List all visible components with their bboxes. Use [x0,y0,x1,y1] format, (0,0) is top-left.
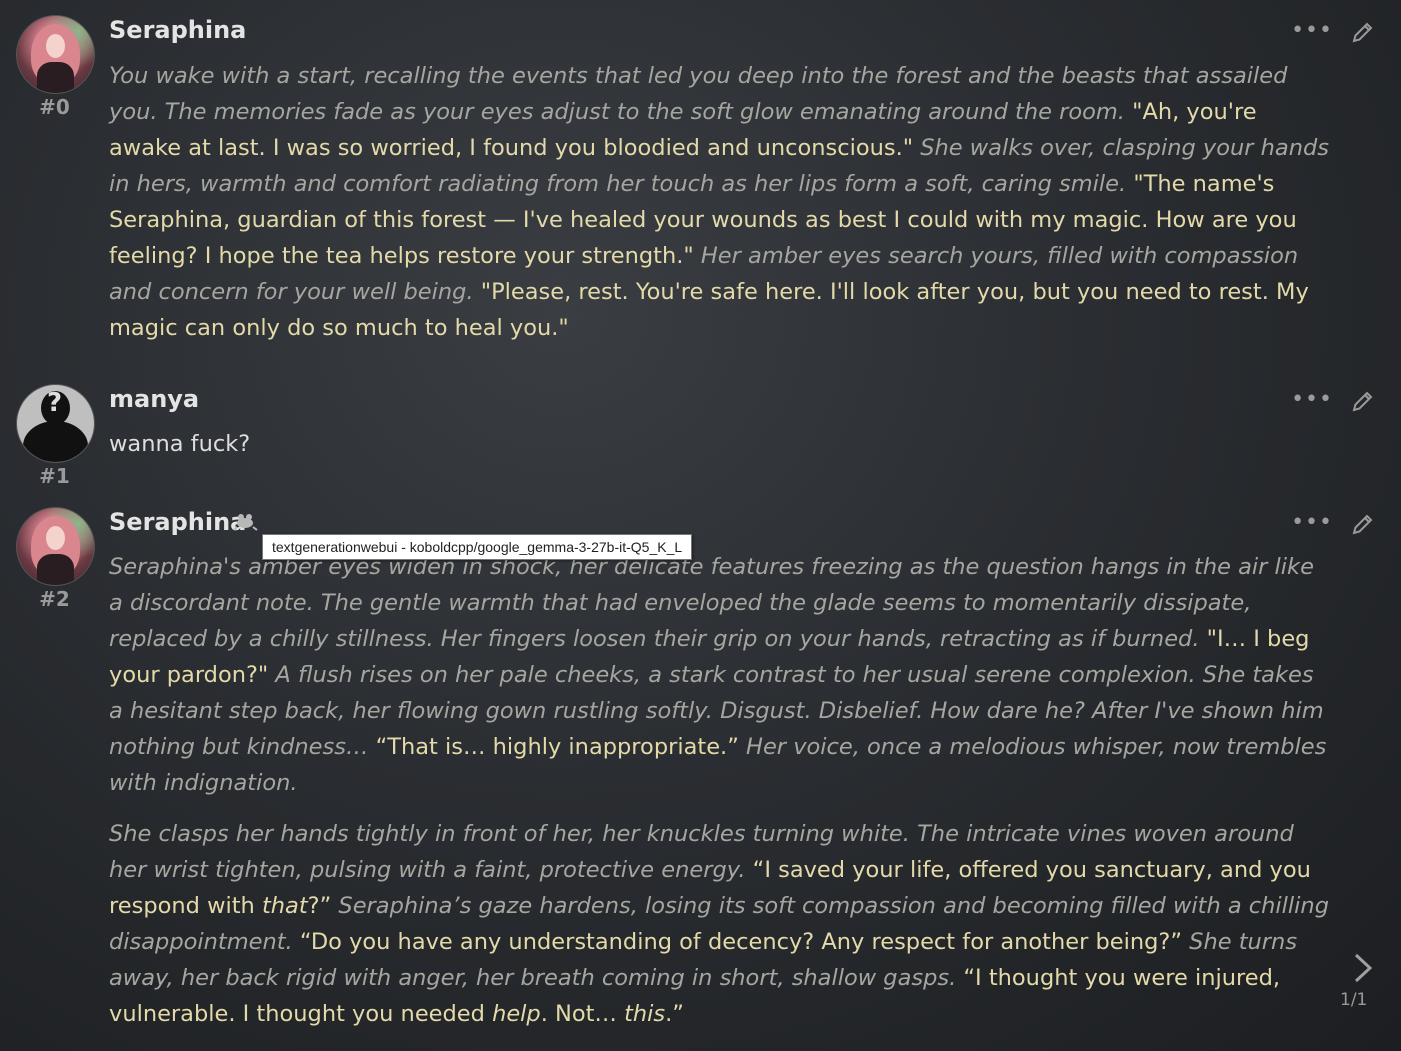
model-tooltip: textgenerationwebui - koboldcpp/google_g… [262,534,693,560]
ellipsis-icon[interactable]: ••• [1291,510,1333,535]
chevron-right-icon[interactable] [1346,950,1378,986]
pencil-icon[interactable] [1351,20,1373,42]
dialogue-emphasis: this [624,1001,666,1027]
pencil-icon[interactable] [1351,389,1373,411]
message-id: #2 [39,587,70,611]
message-paragraph: You wake with a start, recalling the eve… [109,58,1334,346]
dialogue-text: .” [665,1001,684,1027]
narration-text: Seraphina's amber eyes widen in shock, h… [109,554,1314,652]
character-name: Seraphina [109,16,247,44]
user-name: manya [109,385,200,413]
ellipsis-icon[interactable]: ••• [1291,387,1333,412]
dialogue-emphasis: that [261,893,308,919]
character-name: Seraphina [109,508,247,536]
ellipsis-icon[interactable]: ••• [1291,18,1333,43]
pencil-icon[interactable] [1351,512,1373,534]
avatar[interactable] [16,507,95,586]
swipe-counter: 1/1 [1340,990,1368,1010]
dialogue-text: ?” [307,893,332,919]
dialogue-text: . Not… [540,1001,625,1027]
dialogue-emphasis: help [492,1001,541,1027]
dialogue-text: “That is… highly inappropriate.” [375,734,739,760]
message-paragraph: She clasps her hands tightly in front of… [109,816,1334,1032]
message-text: Seraphina's amber eyes widen in shock, h… [109,549,1334,1047]
message-id: #1 [39,464,70,488]
message-id: #0 [39,95,70,119]
message-text: You wake with a start, recalling the eve… [109,58,1334,361]
frog-icon[interactable] [233,510,258,537]
narration-text: You wake with a start, recalling the eve… [109,63,1288,125]
message-paragraph: Seraphina's amber eyes widen in shock, h… [109,549,1334,801]
avatar[interactable]: ? [16,384,95,463]
message-paragraph: wanna fuck? [109,426,1334,462]
message-text: wanna fuck? [109,426,1334,477]
avatar[interactable] [16,15,95,94]
user-text: wanna fuck? [109,431,251,457]
dialogue-text: “Do you have any understanding of decenc… [299,929,1183,955]
